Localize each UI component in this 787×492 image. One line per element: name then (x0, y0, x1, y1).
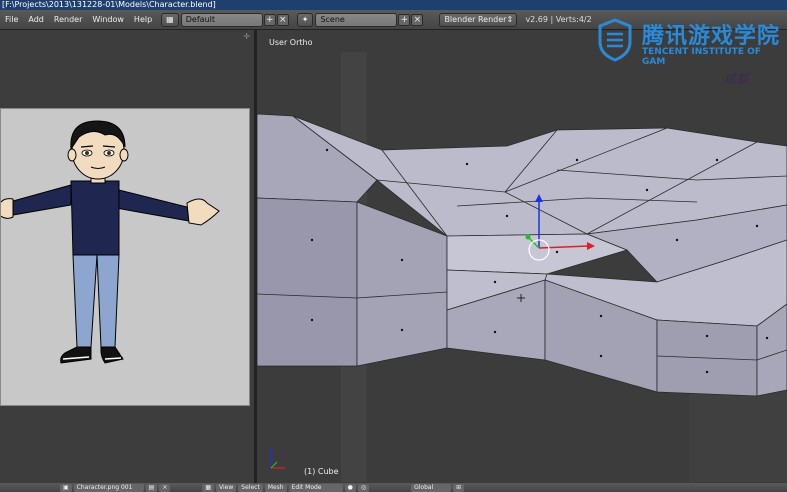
mesh-view (257, 30, 787, 483)
add-layout-icon[interactable]: + (263, 13, 276, 26)
menu-help[interactable]: Help (129, 15, 157, 24)
panel-corner-grip[interactable]: ✛ (243, 32, 250, 41)
shading-icon[interactable]: ● (344, 483, 356, 492)
active-object-label: (1) Cube (304, 467, 339, 476)
3d-viewport[interactable]: User Ortho (1) Cube (257, 30, 787, 483)
image-editor[interactable]: ✛ (0, 30, 254, 483)
watermark-subtitle: TENCENT INSTITUTE OF GAM (642, 47, 761, 67)
layout-grid-icon: ▦ (166, 15, 174, 24)
menu-file[interactable]: File (0, 15, 23, 24)
reference-image (0, 108, 250, 406)
scene-icon: ✦ (301, 15, 309, 24)
view-menu[interactable]: View (216, 483, 237, 492)
orientation-dropdown[interactable]: Global (411, 483, 452, 492)
character-drawing (0, 120, 220, 364)
image-icon[interactable]: ▣ (60, 483, 72, 492)
menu-render[interactable]: Render (49, 15, 87, 24)
image-name-field[interactable]: Character.png 001 (73, 483, 144, 492)
file-path: [F:\Projects\2013\131228-01\Models\Chara… (2, 0, 216, 9)
window-title-bar: [F:\Projects\2013\131228-01\Models\Chara… (0, 0, 787, 10)
add-scene-icon[interactable]: + (398, 13, 411, 26)
view-name-label: User Ortho (269, 38, 313, 47)
shield-logo-icon (598, 18, 632, 62)
screen-layout-selector[interactable]: ▦ (161, 12, 179, 27)
scene-selector[interactable]: ✦ (296, 12, 314, 27)
screen-layout-field[interactable]: Default (180, 12, 263, 27)
pivot-icon[interactable]: ◎ (357, 483, 370, 492)
image-browse-icon[interactable]: ▤ (145, 483, 158, 492)
mesh-menu[interactable]: Mesh (264, 483, 287, 492)
watermark-signature: 成都 (724, 72, 749, 86)
bottom-headers: ▣ Character.png 001 ▤ × ▦ View Select Me… (0, 483, 787, 492)
scene-field[interactable]: Scene (315, 12, 398, 27)
menu-window[interactable]: Window (87, 15, 129, 24)
editor-type-icon[interactable]: ▦ (202, 483, 215, 492)
scene-stats: v2.69 | Verts:4/2 (525, 15, 592, 24)
render-engine-dropdown[interactable]: Blender Render ⇕ (439, 12, 518, 27)
mode-dropdown[interactable]: Edit Mode (288, 483, 343, 492)
image-close-icon[interactable]: × (159, 483, 171, 492)
snap-icon[interactable]: ⊞ (453, 483, 465, 492)
menu-add[interactable]: Add (23, 15, 49, 24)
remove-scene-icon[interactable]: × (411, 13, 424, 26)
watermark: 腾讯游戏学院 TENCENT INSTITUTE OF GAM 成都 (598, 12, 787, 97)
remove-layout-icon[interactable]: × (276, 13, 289, 26)
chevron-updown-icon: ⇕ (506, 15, 514, 24)
select-menu[interactable]: Select (238, 483, 263, 492)
watermark-title: 腾讯游戏学院 (642, 24, 781, 49)
